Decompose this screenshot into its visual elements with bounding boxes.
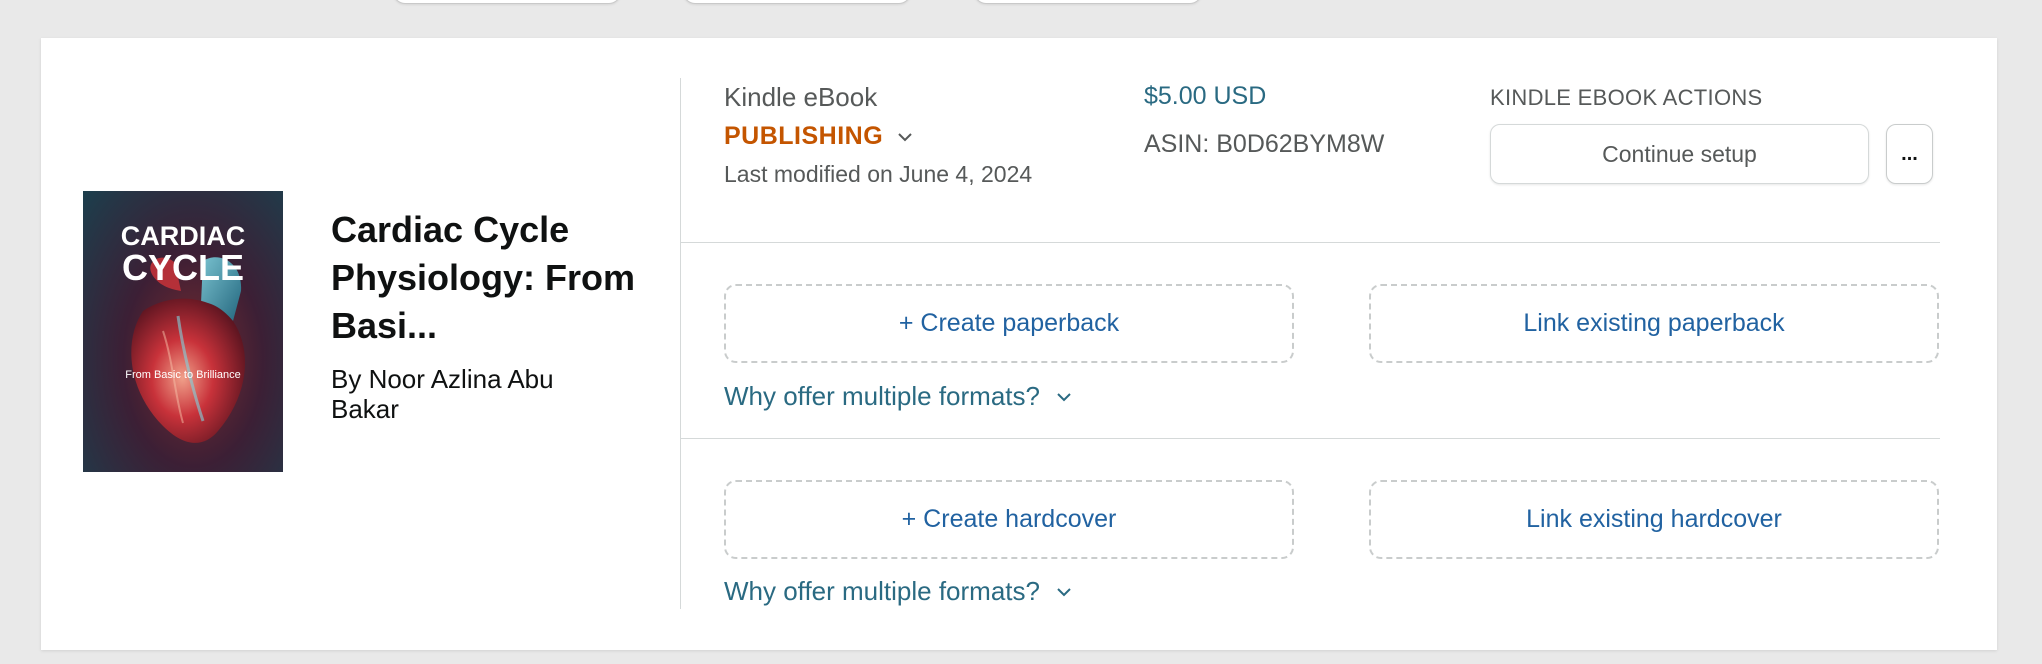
status-label: PUBLISHING	[724, 122, 884, 150]
create-paperback-button[interactable]: + Create paperback	[724, 284, 1294, 363]
why-link-label: Why offer multiple formats?	[724, 576, 1040, 606]
book-author: By Noor Azlina Abu Bakar	[331, 364, 554, 424]
ebook-asin: ASIN: B0D62BYM8W	[1144, 130, 1385, 158]
chevron-down-icon	[1057, 392, 1071, 401]
chevron-down-icon	[898, 132, 912, 141]
chevron-down-icon	[1057, 587, 1071, 596]
link-hardcover-button[interactable]: Link existing hardcover	[1369, 480, 1939, 559]
why-link-label: Why offer multiple formats?	[724, 381, 1040, 411]
top-tab[interactable]	[974, 0, 1202, 4]
book-card: CARDIAC CYCLE From Basic to Brilliance C…	[41, 38, 1997, 650]
ebook-price[interactable]: $5.00 USD	[1144, 82, 1266, 111]
continue-setup-button[interactable]: Continue setup	[1490, 124, 1869, 184]
link-paperback-button[interactable]: Link existing paperback	[1369, 284, 1939, 363]
create-hardcover-button[interactable]: + Create hardcover	[724, 480, 1294, 559]
format-label: Kindle eBook	[724, 82, 878, 112]
column-divider	[680, 78, 681, 609]
cover-title-line2: CYCLE	[121, 247, 244, 288]
book-cover-image[interactable]: CARDIAC CYCLE From Basic to Brilliance	[83, 191, 283, 472]
top-tab-strip	[0, 0, 2042, 4]
top-tab[interactable]	[683, 0, 911, 4]
section-divider	[681, 438, 1940, 439]
why-multiple-formats-paperback[interactable]: Why offer multiple formats?	[724, 381, 1072, 412]
top-tab[interactable]	[393, 0, 621, 4]
section-divider	[681, 242, 1940, 243]
more-actions-button[interactable]: ...	[1886, 124, 1933, 184]
cover-subtitle: From Basic to Brilliance	[125, 369, 241, 381]
why-multiple-formats-hardcover[interactable]: Why offer multiple formats?	[724, 576, 1072, 607]
book-title[interactable]: Cardiac Cycle Physiology: From Basi...	[331, 206, 651, 350]
ebook-actions-heading: KINDLE EBOOK ACTIONS	[1490, 85, 1763, 110]
last-modified: Last modified on June 4, 2024	[724, 161, 1033, 187]
status-dropdown[interactable]: PUBLISHING	[724, 122, 913, 151]
